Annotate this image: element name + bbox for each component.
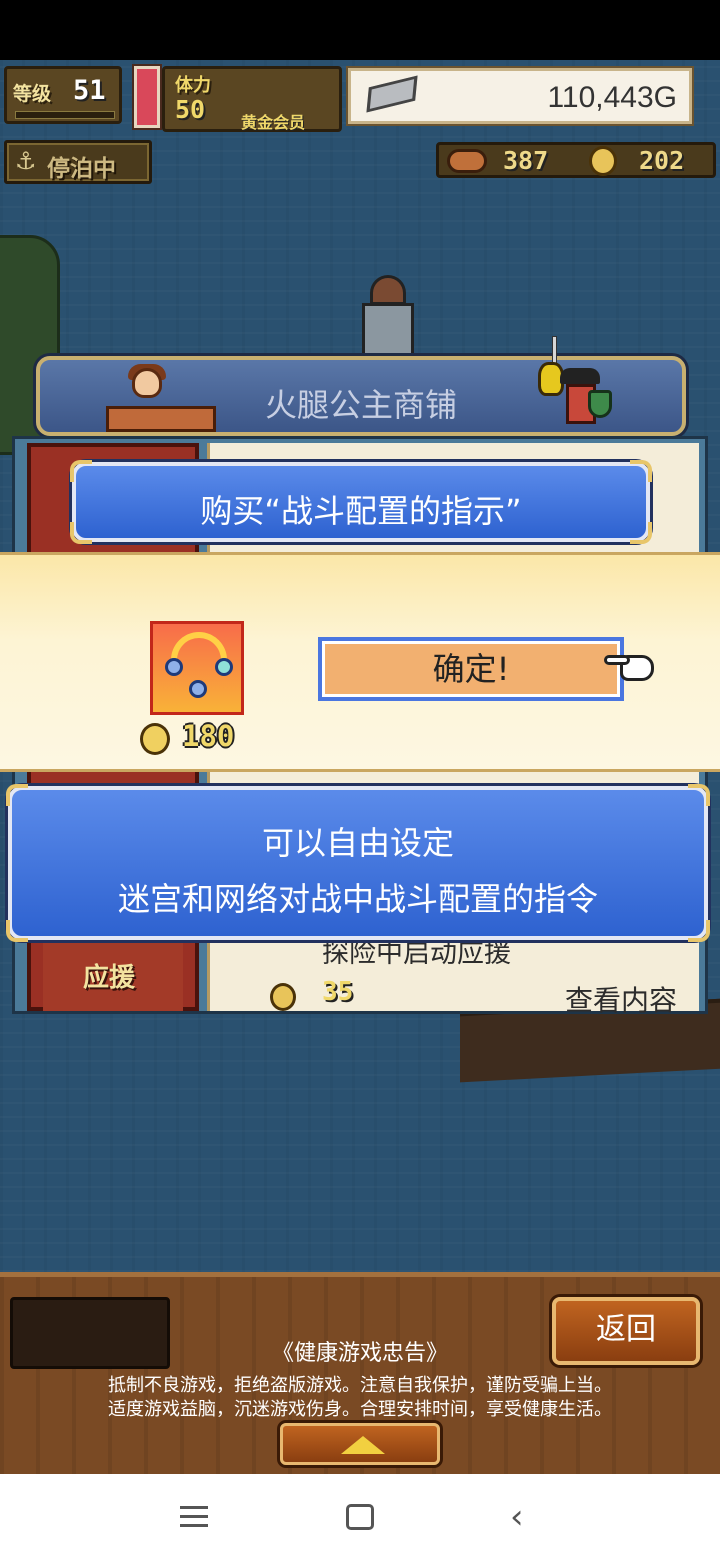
stamina-gauge bbox=[134, 66, 160, 128]
level-label: 等级 bbox=[13, 83, 52, 105]
expand-menu-button[interactable] bbox=[280, 1423, 440, 1465]
health-advice-line-1: 抵制不良游戏，拒绝盗版游戏。注意自我保护，谨防受骗上当。 bbox=[108, 1375, 612, 1396]
exp-bar bbox=[15, 111, 115, 119]
view-details-link[interactable]: 查看内容 bbox=[565, 979, 677, 1019]
purchase-title: 购买“战斗配置的指示” bbox=[200, 492, 522, 530]
level-value: 51 bbox=[73, 75, 106, 106]
membership-label: 黄金会员 bbox=[241, 113, 306, 132]
stamina-label: 体力 bbox=[175, 75, 211, 96]
stamina-value: 50 bbox=[175, 95, 206, 124]
coin-count: 202 bbox=[639, 146, 685, 175]
pirate-sprite bbox=[538, 336, 618, 434]
coin-icon bbox=[270, 983, 296, 1011]
confirm-button[interactable]: 确定! bbox=[318, 637, 624, 701]
health-advice-line-2: 适度游戏益脑，沉迷游戏伤身。合理安排时间，享受健康生活。 bbox=[108, 1399, 612, 1420]
gold-amount: 110,443G bbox=[547, 81, 677, 114]
top-hud: 等级 51 体力 50 黄金会员 110,443G bbox=[0, 60, 720, 132]
item-description-box: 可以自由设定 迷宫和网络对战中战斗配置的指令 bbox=[6, 784, 710, 942]
stamina-badge: 体力 50 黄金会员 bbox=[162, 66, 342, 132]
status-bar bbox=[0, 0, 720, 60]
item-price: 35 bbox=[322, 977, 354, 1007]
back-arrow-icon[interactable]: ‹ bbox=[510, 1500, 524, 1534]
gold-bar-icon bbox=[366, 75, 418, 113]
medal-count: 387 bbox=[503, 146, 549, 175]
lighthouse[interactable] bbox=[360, 275, 416, 365]
purchase-price: 180 bbox=[182, 719, 235, 753]
level-badge: 等级 51 bbox=[4, 66, 122, 124]
shop-header: 火腿公主商铺 bbox=[36, 336, 686, 436]
up-arrow-icon bbox=[341, 1436, 385, 1454]
bottom-panel: 返回 《健康游戏忠告》 抵制不良游戏，拒绝盗版游戏。注意自我保护，谨防受骗上当。… bbox=[0, 1272, 720, 1474]
health-advice-title: 《健康游戏忠告》 bbox=[271, 1341, 448, 1366]
anchor-icon: ⚓ bbox=[15, 147, 37, 175]
support-card-label: 应援 bbox=[83, 963, 136, 993]
system-nav-bar: ‹ bbox=[0, 1474, 720, 1560]
secondary-hud: ⚓ 停泊中 387 202 bbox=[0, 138, 720, 188]
battle-formation-icon bbox=[150, 621, 244, 715]
docked-label: 停泊中 bbox=[47, 156, 116, 182]
coin-icon bbox=[140, 723, 170, 755]
currency-panel: 387 202 bbox=[436, 142, 716, 178]
recent-apps-icon[interactable] bbox=[180, 1504, 210, 1528]
description-line-2: 迷宫和网络对战中战斗配置的指令 bbox=[117, 880, 598, 918]
purchase-title-bar: 购买“战斗配置的指示” bbox=[70, 460, 652, 544]
description-line-1: 可以自由设定 bbox=[261, 824, 454, 862]
medal-icon bbox=[447, 149, 487, 173]
purchase-band: 180 确定! bbox=[0, 552, 720, 772]
coin-icon bbox=[589, 146, 617, 176]
gold-panel: 110,443G bbox=[348, 68, 692, 124]
home-icon[interactable] bbox=[346, 1504, 374, 1530]
pointing-hand-icon bbox=[604, 651, 656, 683]
docked-status: ⚓ 停泊中 bbox=[4, 140, 152, 184]
